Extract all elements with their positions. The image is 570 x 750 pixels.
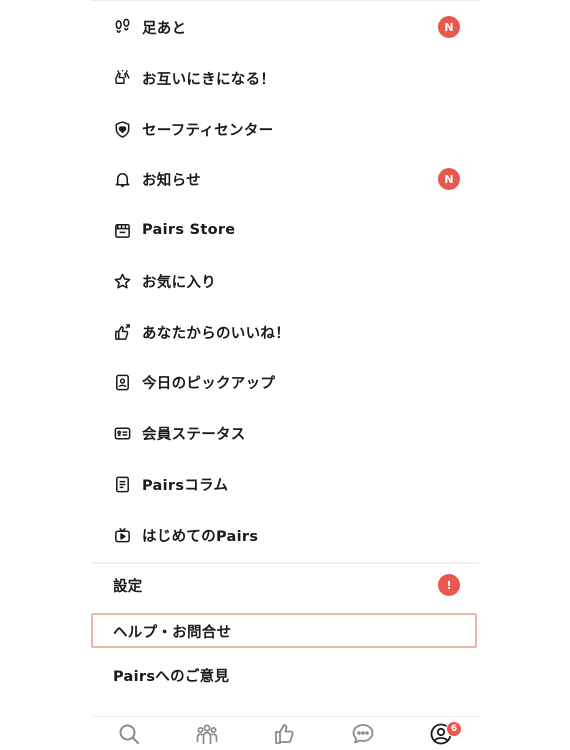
message-icon	[351, 722, 375, 750]
tab-like[interactable]	[272, 723, 298, 749]
membership-card-icon	[112, 423, 132, 443]
new-badge: N	[438, 168, 460, 190]
community-icon	[195, 722, 219, 750]
alert-badge: !	[438, 574, 460, 596]
shield-heart-icon	[112, 119, 132, 139]
search-icon	[117, 722, 141, 750]
menu-item-todays-pickup[interactable]: 今日のピックアップ	[91, 360, 479, 404]
menu-item-sent-likes[interactable]: あなたからのいいね！	[91, 310, 479, 354]
menu-item-favorites[interactable]: お気に入り	[91, 259, 479, 303]
menu-item-label: Pairsへのご意見	[113, 668, 230, 685]
thumbs-up-sent-icon	[112, 322, 132, 342]
side-menu: 足あと N お互いにきになる！ セーフティセンター お知らせ N Pairs S…	[91, 0, 479, 747]
menu-item-label: Pairsコラム	[142, 477, 229, 494]
menu-item-label: セーフティセンター	[142, 122, 274, 139]
bell-icon	[112, 169, 132, 189]
tab-messages[interactable]	[350, 723, 376, 749]
menu-item-label: 足あと	[142, 20, 187, 37]
menu-item-pairs-store[interactable]: Pairs Store	[91, 208, 479, 252]
tab-profile[interactable]: 6	[428, 721, 462, 749]
menu-item-notifications[interactable]: お知らせ N	[91, 157, 479, 201]
menu-item-help-contact[interactable]: ヘルプ・お問合せ	[91, 609, 479, 653]
like-icon	[273, 722, 297, 750]
tv-icon	[112, 525, 132, 545]
profile-card-icon	[112, 372, 132, 392]
menu-item-membership-status[interactable]: 会員ステータス	[91, 411, 479, 455]
menu-item-mutual-likes[interactable]: お互いにきになる！	[91, 56, 479, 100]
article-icon	[112, 474, 132, 494]
store-icon	[112, 220, 132, 240]
menu-item-label: あなたからのいいね！	[142, 325, 290, 342]
menu-item-label: Pairs Store	[142, 222, 236, 238]
tab-search[interactable]	[116, 723, 142, 749]
menu-item-label: 今日のピックアップ	[142, 375, 276, 392]
footprints-icon	[112, 17, 132, 37]
menu-item-label: お気に入り	[142, 274, 216, 291]
menu-item-footprints[interactable]: 足あと N	[91, 5, 479, 49]
menu-item-getting-started[interactable]: はじめてのPairs	[91, 513, 479, 557]
menu-item-pairs-column[interactable]: Pairsコラム	[91, 462, 479, 506]
menu-item-label: お互いにきになる！	[142, 71, 276, 88]
menu-item-feedback[interactable]: Pairsへのご意見	[91, 653, 479, 697]
new-badge: N	[438, 16, 460, 38]
mutual-like-icon	[112, 68, 132, 88]
menu-item-label: はじめてのPairs	[142, 528, 259, 545]
menu-item-label: ヘルプ・お問合せ	[113, 624, 232, 641]
menu-item-label: 設定	[113, 578, 143, 595]
menu-item-label: お知らせ	[142, 172, 201, 189]
menu-item-label: 会員ステータス	[142, 426, 246, 443]
notification-count-badge: 6	[446, 721, 462, 737]
star-icon	[112, 271, 132, 291]
menu-item-settings[interactable]: 設定 !	[91, 563, 479, 607]
menu-item-safety-center[interactable]: セーフティセンター	[91, 107, 479, 151]
bottom-tab-bar: 6	[91, 716, 479, 748]
divider	[91, 0, 479, 1]
tab-community[interactable]	[194, 723, 220, 749]
